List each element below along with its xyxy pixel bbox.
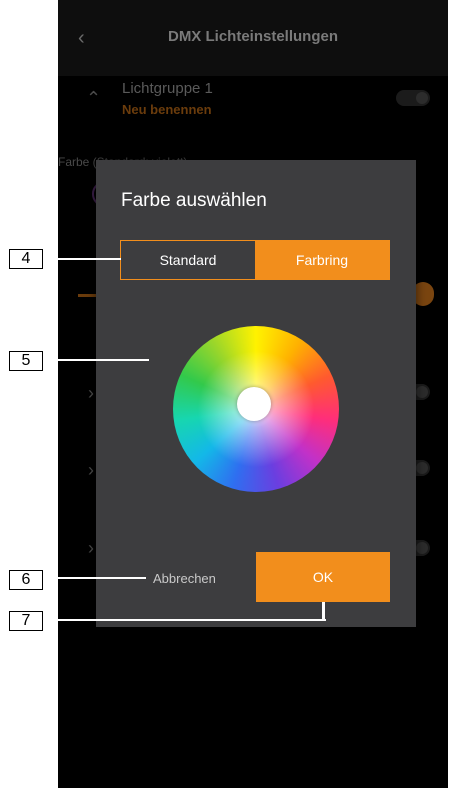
callout-7: 7 xyxy=(9,611,43,631)
callout-6: 6 xyxy=(9,570,43,590)
callout-4: 4 xyxy=(9,249,43,269)
page-title: DMX Lichteinstellungen xyxy=(167,28,338,45)
rename-link[interactable]: Neu benennen xyxy=(122,102,212,117)
chevron-right-icon[interactable]: › xyxy=(88,460,94,481)
callout-line-7 xyxy=(43,619,326,621)
callout-line-5 xyxy=(43,359,149,361)
tab-farbring[interactable]: Farbring xyxy=(255,241,389,279)
group-name: Lichtgruppe 1 xyxy=(122,80,213,97)
chevron-right-icon[interactable]: › xyxy=(88,383,94,404)
cancel-button[interactable]: Abbrechen xyxy=(153,571,216,586)
color-picker-dialog: Farbe auswählen Standard Farbring Abbrec… xyxy=(96,160,416,627)
tab-standard[interactable]: Standard xyxy=(121,241,255,279)
color-picker-handle[interactable] xyxy=(237,387,271,421)
ok-button[interactable]: OK xyxy=(256,552,390,602)
callout-line-7-vertical xyxy=(322,602,325,621)
callout-line-4 xyxy=(43,258,121,260)
callout-5: 5 xyxy=(9,351,43,371)
chevron-right-icon[interactable]: › xyxy=(88,538,94,559)
callout-line-6 xyxy=(43,577,146,579)
app-bar: ‹ DMX Lichteinstellungen xyxy=(58,0,448,76)
color-mode-tabs: Standard Farbring xyxy=(120,240,390,280)
dialog-title: Farbe auswählen xyxy=(121,190,267,211)
group-toggle[interactable] xyxy=(396,90,430,106)
chevron-up-icon[interactable]: ⌃ xyxy=(86,88,101,109)
